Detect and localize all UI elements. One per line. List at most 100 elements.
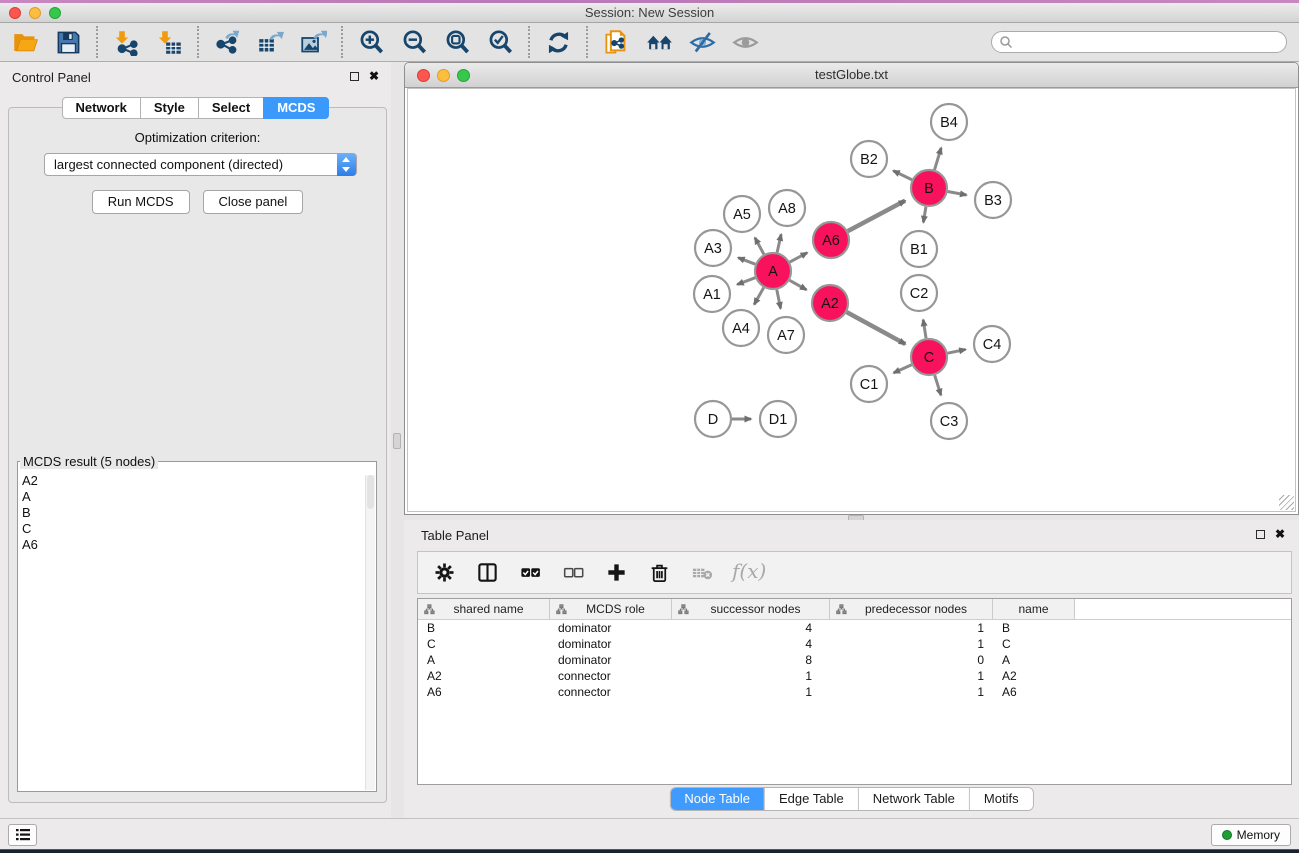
open-session-button[interactable] [10,27,40,57]
graph-node-label: A6 [822,233,840,249]
import-table-button[interactable] [154,27,184,57]
table-cell: 4 [672,621,830,635]
table-cell: dominator [550,653,672,667]
tab-node-table[interactable]: Node Table [670,788,764,810]
close-panel-icon[interactable]: ✖ [369,71,379,81]
hide-details-button[interactable] [687,27,717,57]
function-builder-button[interactable]: f(x) [732,559,766,586]
apply-layout-button[interactable] [543,27,573,57]
window-title: Session: New Session [0,3,1299,22]
result-scrollbar[interactable] [365,475,375,790]
import-network-button[interactable] [111,27,141,57]
graph-edge[interactable] [935,148,942,170]
graph-edge[interactable] [893,171,912,180]
tab-style[interactable]: Style [140,97,199,119]
export-image-button[interactable] [298,27,328,57]
result-item[interactable]: A2 [22,473,360,489]
close-window-button[interactable] [9,7,21,19]
graph-edge[interactable] [790,280,807,289]
export-table-button[interactable] [255,27,285,57]
graph-edge[interactable] [754,288,763,305]
run-mcds-button[interactable]: Run MCDS [92,190,190,214]
table-settings-button[interactable] [431,560,457,586]
network-minimize-button[interactable] [437,69,450,82]
export-network-button[interactable] [212,27,242,57]
unselect-all-columns-button[interactable] [560,560,586,586]
toggle-panels-button[interactable] [474,560,500,586]
graph-edge[interactable] [790,253,807,262]
tab-edge-table[interactable]: Edge Table [764,788,858,810]
network-canvas[interactable]: B4B2BB3A5A8A6A3AB1A1A2C2A4A7C4CC1DD1C3 [407,88,1296,512]
delete-columns-button[interactable] [646,560,672,586]
tab-network[interactable]: Network [62,97,141,119]
network-close-button[interactable] [417,69,430,82]
network-file-button[interactable] [601,27,631,57]
graph-edge[interactable] [948,192,967,196]
table-row[interactable]: Adominator80A [418,652,1291,668]
delete-table-button[interactable] [689,560,715,586]
panel-splitter[interactable] [391,62,404,818]
graph-edge[interactable] [848,201,905,231]
graph-edge[interactable] [738,258,755,265]
graph-edge[interactable] [948,349,966,353]
zoom-in-button[interactable] [356,27,386,57]
zoom-out-button[interactable] [399,27,429,57]
tab-mcds[interactable]: MCDS [263,97,329,119]
eye-icon [732,29,759,56]
table-row[interactable]: A2connector11A2 [418,668,1291,684]
tab-network-table[interactable]: Network Table [858,788,969,810]
close-panel-button[interactable]: Close panel [203,190,304,214]
result-item[interactable]: B [22,505,360,521]
column-header[interactable]: successor nodes [672,599,830,619]
graph-edge[interactable] [923,320,926,339]
minimize-window-button[interactable] [29,7,41,19]
graph-node-label: C2 [910,286,929,302]
float-table-panel-icon[interactable] [1256,530,1265,539]
graph-edge[interactable] [777,234,781,252]
save-session-button[interactable] [53,27,83,57]
zoom-selected-button[interactable] [485,27,515,57]
zoom-window-button[interactable] [49,7,61,19]
graph-edge[interactable] [777,290,781,309]
table-row[interactable]: Bdominator41B [418,620,1291,636]
table-row[interactable]: A6connector11A6 [418,684,1291,700]
tab-motifs[interactable]: Motifs [969,788,1033,810]
result-item[interactable]: A [22,489,360,505]
graph-edge[interactable] [935,375,941,395]
graph-edge[interactable] [923,207,926,223]
add-column-button[interactable] [603,560,629,586]
open-folder-icon [12,29,39,56]
select-all-columns-button[interactable] [517,560,543,586]
column-header[interactable]: shared name [418,599,550,619]
result-item[interactable]: A6 [22,537,360,553]
graph-node-label: D [708,412,718,428]
column-header[interactable]: predecessor nodes [830,599,993,619]
graph-edge[interactable] [737,278,755,285]
export-image-icon [300,29,327,56]
graph-edge[interactable] [894,365,912,373]
show-details-button[interactable] [730,27,760,57]
table-row[interactable]: Cdominator41C [418,636,1291,652]
splitter-handle[interactable] [393,433,401,449]
network-zoom-button[interactable] [457,69,470,82]
network-window-titlebar[interactable]: testGlobe.txt [405,63,1298,88]
first-neighbors-button[interactable] [644,27,674,57]
column-header[interactable]: name [993,599,1075,619]
column-header[interactable]: MCDS role [550,599,672,619]
plus-icon [605,561,628,584]
close-table-panel-icon[interactable]: ✖ [1275,529,1285,539]
search-input[interactable] [991,31,1287,53]
table-cell: 1 [830,685,993,699]
window-resize-grip[interactable] [1279,495,1294,510]
graph-edge[interactable] [847,312,906,344]
float-panel-icon[interactable] [350,72,359,81]
criterion-dropdown[interactable]: largest connected component (directed) [44,153,357,176]
memory-button[interactable]: Memory [1211,824,1291,846]
zoom-fit-button[interactable] [442,27,472,57]
node-table-header: shared nameMCDS rolesuccessor nodesprede… [418,599,1291,620]
control-panel-title: Control Panel [12,70,91,85]
result-item[interactable]: C [22,521,360,537]
graph-edge[interactable] [755,238,764,255]
tab-select[interactable]: Select [198,97,264,119]
task-history-button[interactable] [8,824,37,846]
